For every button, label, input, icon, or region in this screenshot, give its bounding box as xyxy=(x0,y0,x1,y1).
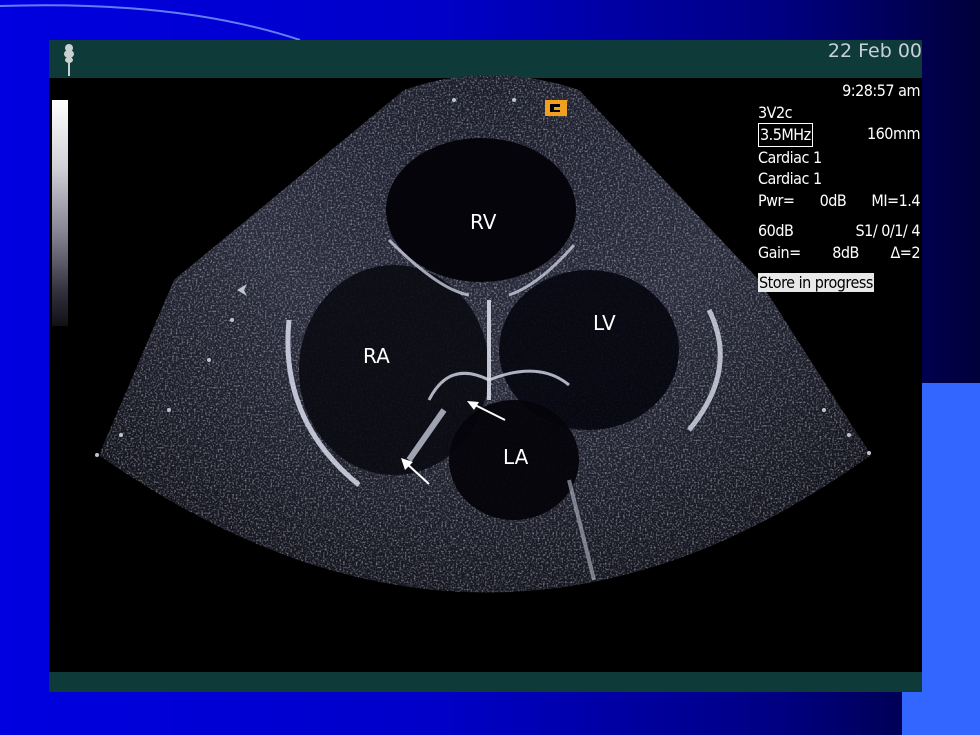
gain-label: Gain= xyxy=(758,242,801,262)
label-lv: LV xyxy=(593,311,616,335)
dynamic-range-row: 60dB S1/ 0/1/ 4 xyxy=(758,220,921,242)
probe-model: 3V2c xyxy=(758,102,793,122)
power-row: Pwr= 0dB MI=1.4 xyxy=(758,190,920,212)
power-label: Pwr= xyxy=(758,190,795,210)
dynamic-range-value: 60dB xyxy=(758,221,794,240)
ultrasound-screen: 22 Feb 00 RV LV RA LA 9:28:57 am 3V2c 3.… xyxy=(49,40,922,692)
power-value: 0dB xyxy=(819,190,847,210)
frequency-row: 3.5MHz 160mm xyxy=(758,123,921,147)
preset-2: Cardiac 1 xyxy=(758,169,822,188)
delta-value: Δ=2 xyxy=(890,242,920,262)
arrow-icon xyxy=(401,458,430,485)
label-la: LA xyxy=(503,445,529,469)
settings-panel: 9:28:57 am 3V2c 3.5MHz 160mm Cardiac 1 C… xyxy=(758,80,921,294)
screen-bottom-bar xyxy=(49,672,922,692)
clock-time: 9:28:57 am xyxy=(842,81,920,100)
frequency-value: 3.5MHz xyxy=(758,123,813,147)
label-ra: RA xyxy=(363,344,390,368)
mi-value: MI=1.4 xyxy=(871,190,920,210)
arrow-icon xyxy=(467,401,506,421)
preset-1: Cardiac 1 xyxy=(758,147,822,167)
probe-orientation-icon xyxy=(545,100,567,116)
depth-value: 160mm xyxy=(866,124,921,143)
gain-value: 8dB xyxy=(832,242,859,262)
settings-value: S1/ 0/1/ 4 xyxy=(855,221,921,240)
status-badge: Store in progress xyxy=(758,273,874,292)
gain-row: Gain= 8dB Δ=2 xyxy=(758,242,920,264)
label-rv: RV xyxy=(470,210,497,234)
focus-marker-icon xyxy=(237,284,247,296)
